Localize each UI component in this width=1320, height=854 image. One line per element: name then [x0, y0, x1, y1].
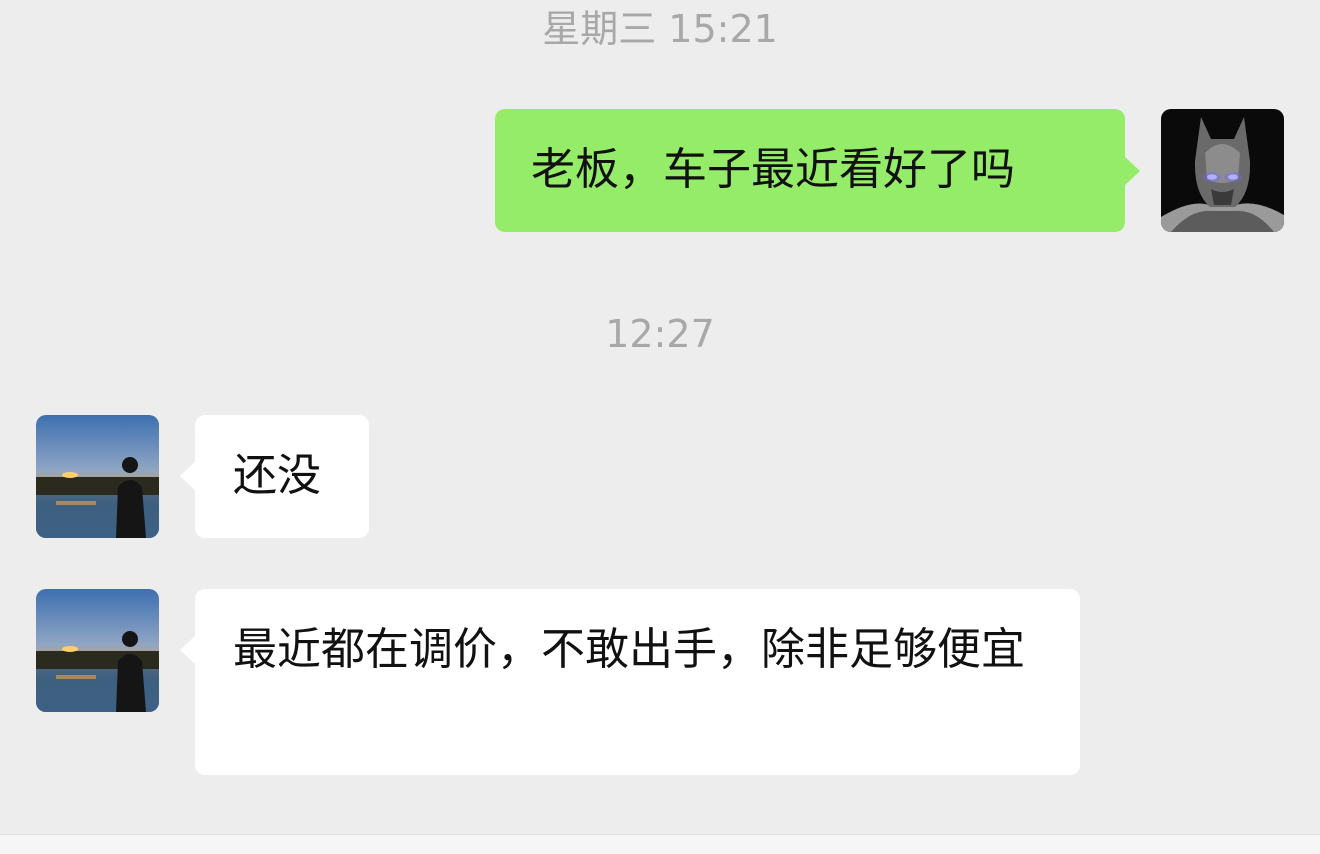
input-bar — [0, 834, 1320, 854]
timestamp: 星期三 15:21 — [542, 7, 778, 51]
message-text: 还没 — [233, 450, 321, 501]
incoming-message-bubble[interactable]: 最近都在调价，不敢出手，除非足够便宜 — [180, 589, 1080, 775]
sunset-silhouette-avatar-icon — [36, 415, 159, 538]
peer-avatar[interactable] — [36, 415, 159, 538]
chat-view: 星期三 15:21 老板，车子最近看好了吗 12:27 还没 最近都在调价，不敢… — [0, 0, 1320, 854]
message-text: 最近都在调价，不敢出手，除非足够便宜 — [233, 624, 1025, 675]
incoming-message-bubble[interactable]: 还没 — [180, 415, 369, 538]
sunset-silhouette-avatar-icon — [36, 589, 159, 712]
peer-avatar[interactable] — [36, 589, 159, 712]
self-avatar[interactable] — [1161, 109, 1284, 232]
outgoing-message-bubble[interactable]: 老板，车子最近看好了吗 — [495, 109, 1140, 232]
batman-avatar-icon — [1161, 109, 1284, 232]
timestamp: 12:27 — [605, 312, 715, 356]
message-text: 老板，车子最近看好了吗 — [531, 144, 1015, 195]
